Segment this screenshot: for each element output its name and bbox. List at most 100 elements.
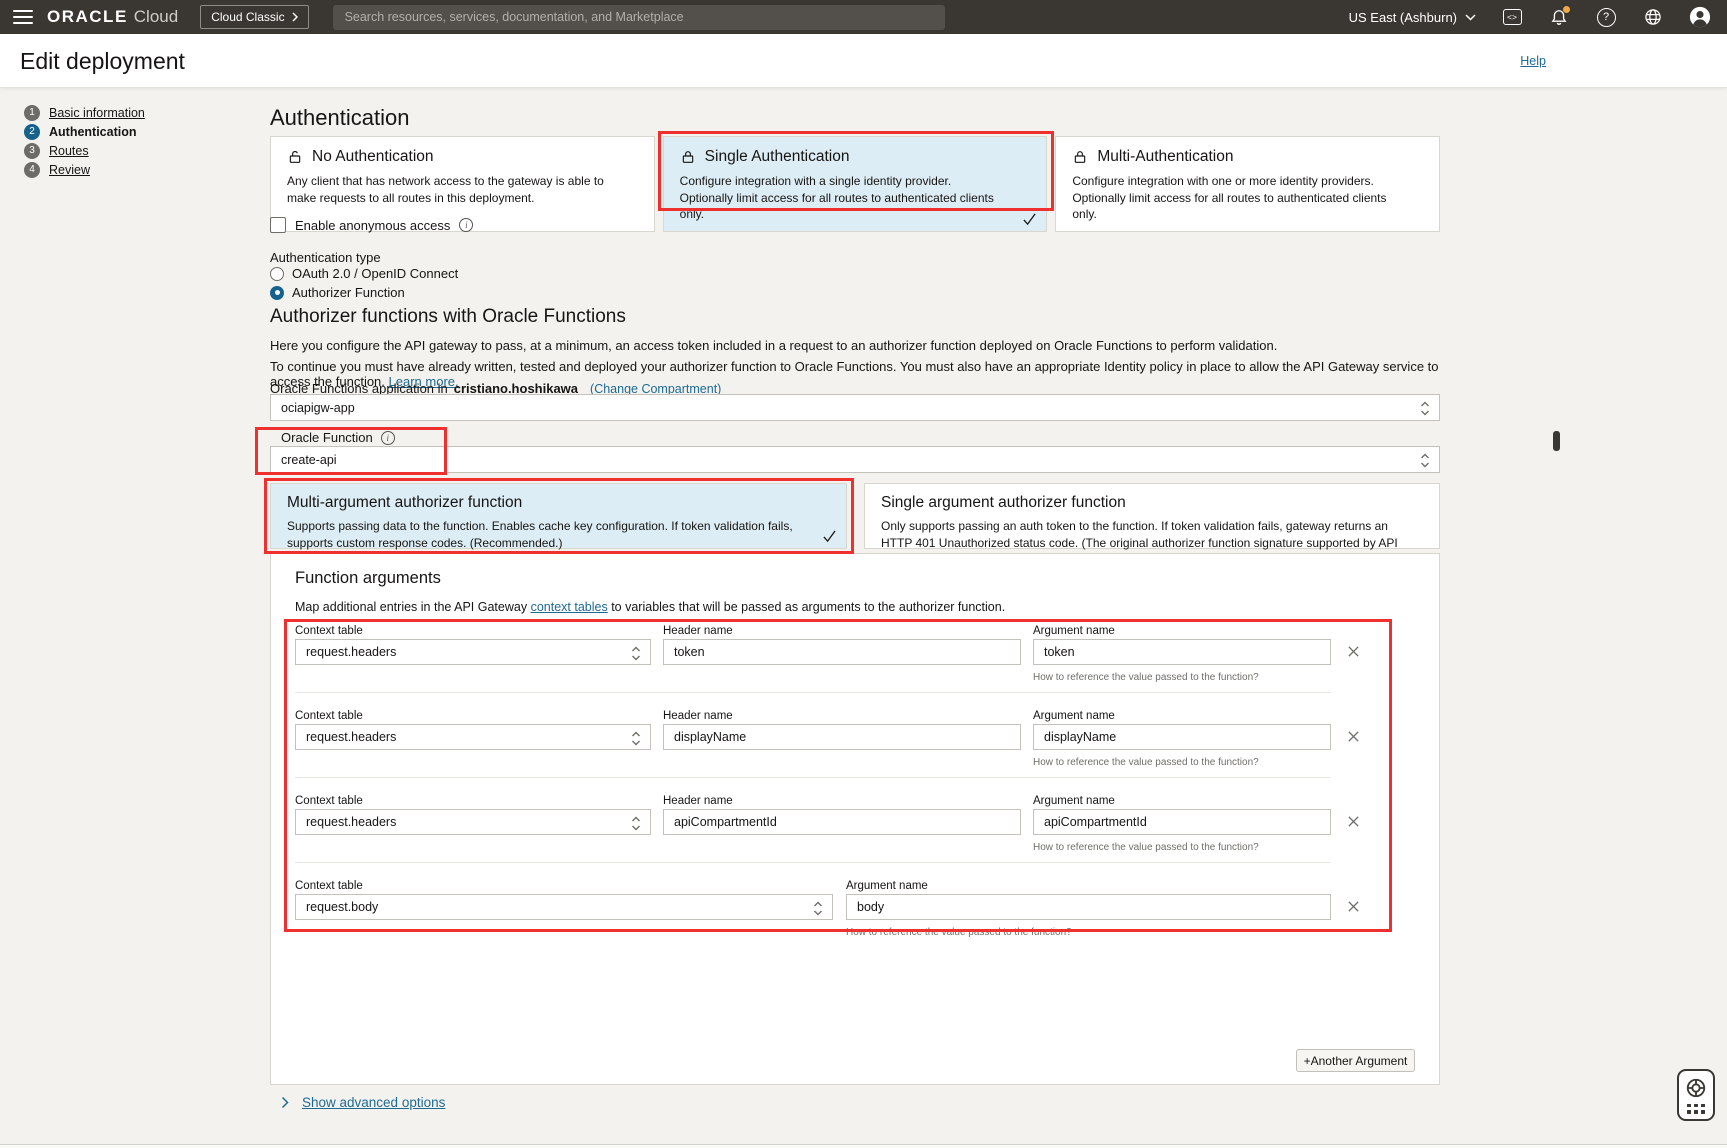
card-description: Configure integration with a single iden… (680, 173, 1031, 223)
step-routes[interactable]: 3 Routes (24, 141, 145, 160)
remove-argument-icon[interactable] (1344, 642, 1362, 660)
argument-name-input[interactable]: token (1033, 639, 1331, 665)
close-icon (1347, 815, 1360, 828)
close-icon (1347, 730, 1360, 743)
oracle-cloud-logo[interactable]: ORACLE Cloud (47, 7, 178, 27)
context-table-select[interactable]: request.body (295, 894, 833, 920)
close-icon (1347, 645, 1360, 658)
context-table-label: Context table (295, 625, 363, 637)
show-advanced-options[interactable]: Show advanced options (281, 1095, 445, 1110)
card-single-argument[interactable]: Single argument authorizer function Only… (864, 483, 1440, 549)
card-title: Multi-argument authorizer function (287, 494, 830, 512)
context-tables-link[interactable]: context tables (531, 600, 608, 614)
context-table-select[interactable]: request.headers (295, 724, 651, 750)
argument-name-input[interactable]: body (846, 894, 1331, 920)
row-divider (295, 862, 1331, 863)
another-argument-button[interactable]: +Another Argument (1296, 1049, 1415, 1072)
step-number: 4 (24, 162, 40, 178)
card-title-row: Multi-Authentication (1072, 148, 1423, 166)
support-launcher-widget[interactable] (1677, 1069, 1715, 1121)
scrollbar-thumb[interactable] (1553, 431, 1560, 451)
anonymous-access-checkbox[interactable] (270, 217, 286, 233)
argument-name-label: Argument name (1033, 795, 1115, 807)
header-name-input[interactable]: apiCompartmentId (663, 809, 1021, 835)
user-avatar[interactable] (1689, 6, 1711, 28)
argument-row-2: Context table request.headers Header nam… (271, 710, 1441, 770)
step-label: Basic information (49, 106, 145, 120)
step-label: Review (49, 163, 90, 177)
dev-console-icon[interactable]: <> (1501, 6, 1523, 28)
cloud-classic-button[interactable]: Cloud Classic (200, 5, 308, 29)
card-title-row: Single Authentication (680, 148, 1031, 166)
card-single-authentication[interactable]: Single Authentication Configure integrat… (663, 136, 1048, 232)
header-name-label: Header name (663, 625, 733, 637)
remove-argument-icon[interactable] (1344, 727, 1362, 745)
unlock-icon (287, 149, 303, 165)
radio-oauth[interactable]: OAuth 2.0 / OpenID Connect (270, 266, 458, 281)
functions-application-value: ociapigw-app (281, 401, 355, 415)
argument-name-input[interactable]: apiCompartmentId (1033, 809, 1331, 835)
row-divider (295, 777, 1331, 778)
card-title-row: No Authentication (287, 148, 638, 166)
close-icon (1347, 900, 1360, 913)
argument-helper-text: How to reference the value passed to the… (846, 927, 1072, 938)
page-header: Edit deployment Help (0, 34, 1727, 88)
avatar-icon (1689, 5, 1711, 29)
authorizer-paragraph-1: Here you configure the API gateway to pa… (270, 338, 1440, 353)
topbar-right: US East (Ashburn) <> ? (1349, 6, 1711, 28)
region-selector[interactable]: US East (Ashburn) (1349, 10, 1476, 25)
argument-name-value: body (857, 900, 884, 914)
step-review[interactable]: 4 Review (24, 160, 145, 179)
argument-name-value: apiCompartmentId (1044, 815, 1147, 829)
info-icon[interactable]: i (459, 218, 473, 232)
search-input[interactable] (333, 5, 945, 30)
notification-dot (1563, 6, 1570, 13)
step-number: 3 (24, 143, 40, 159)
authentication-type-label: Authentication type (270, 250, 381, 265)
notifications-bell-icon[interactable] (1548, 6, 1570, 28)
header-name-value: apiCompartmentId (674, 815, 777, 829)
page-title: Edit deployment (20, 48, 185, 75)
context-table-select[interactable]: request.headers (295, 639, 651, 665)
intro-prefix: Map additional entries in the API Gatewa… (295, 600, 527, 614)
menu-icon[interactable] (13, 10, 33, 24)
argument-name-label: Argument name (1033, 710, 1115, 722)
context-table-label: Context table (295, 710, 363, 722)
context-table-select[interactable]: request.headers (295, 809, 651, 835)
select-spinner-icon (1420, 401, 1430, 416)
life-ring-icon (1685, 1077, 1707, 1099)
chevron-down-icon (1465, 14, 1476, 21)
argument-name-value: token (1044, 645, 1075, 659)
card-multi-argument[interactable]: Multi-argument authorizer function Suppo… (270, 483, 847, 549)
chevron-right-icon (281, 1096, 289, 1109)
remove-argument-icon[interactable] (1344, 812, 1362, 830)
remove-argument-icon[interactable] (1344, 897, 1362, 915)
step-basic-information[interactable]: 1 Basic information (24, 103, 145, 122)
authorizer-type-cards: Multi-argument authorizer function Suppo… (270, 483, 1440, 549)
radio-label: OAuth 2.0 / OpenID Connect (292, 266, 458, 281)
info-icon[interactable]: i (381, 431, 395, 445)
header-name-input[interactable]: displayName (663, 724, 1021, 750)
selected-check-icon (822, 529, 837, 543)
card-multi-authentication[interactable]: Multi-Authentication Configure integrati… (1055, 136, 1440, 232)
oracle-function-select[interactable]: create-api (270, 446, 1440, 473)
region-label: US East (Ashburn) (1349, 10, 1457, 25)
context-table-value: request.headers (306, 645, 396, 659)
brand-cloud: Cloud (134, 7, 178, 27)
language-globe-icon[interactable] (1642, 6, 1664, 28)
argument-name-input[interactable]: displayName (1033, 724, 1331, 750)
header-name-input[interactable]: token (663, 639, 1021, 665)
intro-suffix: to variables that will be passed as argu… (611, 600, 1005, 614)
radio-authorizer-function[interactable]: Authorizer Function (270, 285, 405, 300)
card-title: Single Authentication (705, 148, 850, 166)
help-link[interactable]: Help (1520, 54, 1546, 68)
step-authentication[interactable]: 2 Authentication (24, 122, 145, 141)
step-number: 2 (24, 124, 40, 140)
card-title: Single argument authorizer function (881, 494, 1423, 512)
radio-circle (270, 267, 284, 281)
argument-helper-text: How to reference the value passed to the… (1033, 757, 1259, 768)
context-table-value: request.headers (306, 730, 396, 744)
argument-row-1: Context table request.headers Header nam… (271, 625, 1441, 685)
help-icon[interactable]: ? (1595, 6, 1617, 28)
functions-application-select[interactable]: ociapigw-app (270, 394, 1440, 421)
